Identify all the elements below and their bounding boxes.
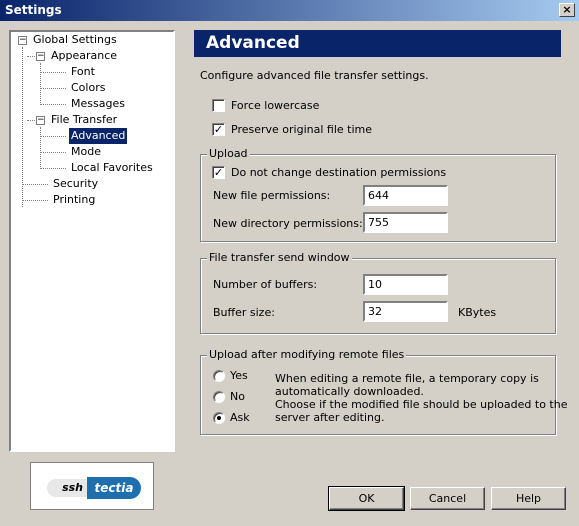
tree-line	[22, 184, 48, 185]
tree-item-printing[interactable]: Printing	[53, 192, 95, 208]
send-window-group-label: File transfer send window	[207, 251, 352, 265]
upload-after-group-label: Upload after modifying remote files	[207, 348, 407, 362]
no-change-perms-label: Do not change destination permissions	[231, 166, 447, 179]
radio-no[interactable]	[213, 391, 225, 403]
radio-selected-dot	[217, 416, 221, 420]
close-button[interactable]: ×	[559, 3, 575, 17]
buffers-label: Number of buffers:	[213, 278, 318, 291]
collapse-icon[interactable]: −	[36, 52, 45, 61]
radio-yes-label: Yes	[230, 369, 248, 382]
settings-tree[interactable]: − Global Settings − Appearance Font Colo…	[9, 30, 175, 452]
tree-line	[27, 120, 35, 121]
panel-description: Configure advanced file transfer setting…	[200, 69, 429, 82]
upload-after-help-3: Choose if the modified file should be up…	[275, 398, 568, 411]
page-title: Advanced	[194, 30, 561, 57]
preserve-time-checkbox[interactable]: ✓	[212, 123, 225, 136]
tree-line	[40, 72, 66, 73]
tree-line	[40, 127, 41, 167]
file-perms-input[interactable]: 644	[363, 185, 448, 206]
tree-line	[40, 152, 66, 153]
tree-item-global-settings[interactable]: Global Settings	[33, 32, 117, 48]
close-icon: ×	[562, 3, 572, 16]
tree-item-font[interactable]: Font	[71, 64, 95, 80]
tree-line	[40, 63, 41, 103]
upload-group-label: Upload	[207, 147, 250, 161]
check-icon: ✓	[213, 166, 224, 179]
force-lowercase-label: Force lowercase	[231, 99, 320, 112]
collapse-icon[interactable]: −	[36, 116, 45, 125]
upload-after-help-2: automatically downloaded.	[275, 385, 424, 398]
radio-ask[interactable]	[213, 412, 225, 424]
tree-line	[40, 168, 66, 169]
file-perms-label: New file permissions:	[213, 189, 331, 202]
preserve-time-label: Preserve original file time	[231, 123, 372, 136]
dir-perms-input[interactable]: 755	[363, 212, 448, 233]
tree-item-local-favorites[interactable]: Local Favorites	[71, 160, 153, 176]
tree-item-mode[interactable]: Mode	[71, 144, 101, 160]
title-bar: Settings	[0, 0, 579, 21]
cancel-button[interactable]: Cancel	[410, 487, 485, 510]
tree-item-colors[interactable]: Colors	[71, 80, 105, 96]
help-button[interactable]: Help	[491, 487, 566, 510]
buffers-input[interactable]: 10	[363, 274, 448, 295]
radio-yes[interactable]	[213, 370, 225, 382]
tree-line	[27, 56, 35, 57]
logo-ssh-text: ssh	[47, 479, 87, 497]
upload-after-help-1: When editing a remote file, a temporary …	[275, 372, 539, 385]
buffer-size-unit: KBytes	[458, 306, 497, 319]
radio-no-label: No	[230, 390, 245, 403]
tree-line	[40, 104, 66, 105]
radio-ask-label: Ask	[230, 411, 250, 424]
tree-item-security[interactable]: Security	[53, 176, 98, 192]
dir-perms-label: New directory permissions:	[213, 217, 363, 230]
buffer-size-input[interactable]: 32	[363, 301, 448, 322]
buffer-size-label: Buffer size:	[213, 306, 275, 319]
tree-line	[40, 88, 66, 89]
no-change-perms-checkbox[interactable]: ✓	[212, 166, 225, 179]
tree-item-appearance[interactable]: Appearance	[51, 48, 117, 64]
ssh-tectia-logo: ssh tectia	[30, 462, 154, 510]
collapse-icon[interactable]: −	[18, 36, 27, 45]
tree-item-advanced[interactable]: Advanced	[69, 128, 128, 144]
logo-tectia-text: tectia	[87, 477, 141, 499]
tree-item-messages[interactable]: Messages	[71, 96, 125, 112]
upload-after-help-4: server after editing.	[275, 411, 385, 424]
window-title: Settings	[5, 3, 62, 17]
tree-line	[22, 200, 48, 201]
check-icon: ✓	[213, 123, 224, 136]
ok-button[interactable]: OK	[328, 486, 405, 511]
force-lowercase-checkbox[interactable]	[212, 99, 225, 112]
tree-item-file-transfer[interactable]: File Transfer	[51, 112, 117, 128]
send-window-group	[200, 258, 556, 334]
tree-line	[40, 136, 66, 137]
tree-line	[22, 47, 23, 207]
